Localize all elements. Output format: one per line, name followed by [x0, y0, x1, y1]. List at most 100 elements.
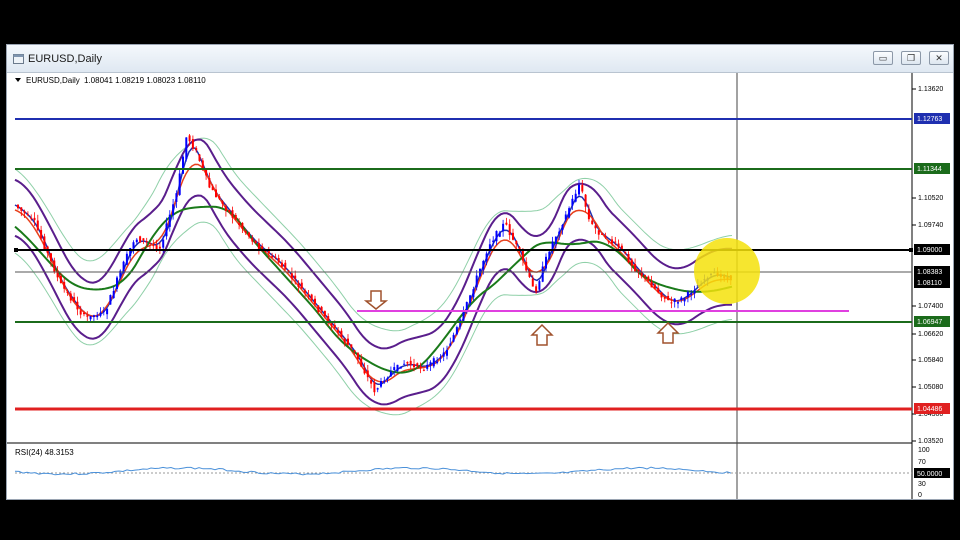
candle-body	[693, 290, 696, 294]
candle[interactable]	[399, 366, 402, 369]
screen: EURUSD,Daily ▭ ❐ ✕ EURUSD,Daily 1.08041 …	[0, 0, 960, 540]
candle[interactable]	[122, 260, 125, 274]
candle-body	[304, 290, 307, 293]
candle-body	[234, 215, 237, 220]
candle-body	[673, 298, 676, 303]
candle[interactable]	[548, 250, 551, 260]
candle-body	[512, 232, 514, 240]
candle-body	[287, 270, 290, 272]
price-chart[interactable]: EURUSD,Daily 1.08041 1.08219 1.08023 1.0…	[7, 73, 953, 499]
candle-body	[323, 310, 326, 317]
price-tick: 1.05840	[918, 357, 943, 364]
candle-body	[152, 245, 155, 247]
window-titlebar[interactable]: EURUSD,Daily ▭ ❐ ✕	[7, 45, 953, 73]
candle-body	[185, 137, 188, 160]
level-label-1.12763: 1.12763	[917, 116, 942, 123]
rsi-tick-0: 0	[918, 492, 922, 499]
candle-body	[188, 135, 191, 142]
candle-body	[66, 292, 69, 294]
price-tick: 1.03520	[918, 438, 943, 445]
candle-body	[158, 246, 161, 249]
candle-body	[406, 361, 409, 364]
candle-body	[571, 198, 574, 206]
line-handle-right[interactable]	[909, 248, 913, 252]
candle-body	[492, 240, 495, 243]
candle-body	[465, 302, 468, 311]
candle-body	[350, 344, 353, 348]
candle[interactable]	[185, 137, 188, 162]
candle-body	[495, 230, 498, 242]
candle-body	[594, 225, 597, 229]
candle-body	[521, 250, 524, 261]
chart-area[interactable]: EURUSD,Daily 1.08041 1.08219 1.08023 1.0…	[7, 73, 953, 499]
candle-body	[356, 352, 359, 360]
candle-body	[43, 236, 46, 250]
candle-body	[320, 306, 323, 312]
candle-body	[79, 310, 82, 315]
candle-body	[429, 362, 432, 366]
candle-body	[155, 245, 158, 250]
candle-body	[89, 315, 92, 320]
candle-body	[116, 277, 118, 289]
candle-body	[554, 236, 557, 244]
candle-body	[380, 380, 382, 387]
candle-body	[597, 230, 600, 235]
candle-body	[59, 275, 62, 284]
candle-body	[386, 377, 389, 379]
candle-body	[614, 241, 617, 243]
candle[interactable]	[139, 235, 142, 243]
chart-info-symbol: EURUSD,Daily	[26, 76, 80, 85]
line-handle-left[interactable]	[14, 248, 18, 252]
candle-body	[248, 232, 250, 237]
candle-body	[125, 253, 128, 265]
candle-body	[112, 290, 115, 299]
candle-body	[650, 281, 653, 288]
restore-button[interactable]: ❐	[901, 51, 921, 65]
candle-body	[561, 224, 564, 231]
candle-body	[244, 231, 247, 233]
candle-body	[162, 239, 165, 248]
candle[interactable]	[455, 325, 458, 336]
candle-body	[168, 214, 171, 227]
candle[interactable]	[568, 206, 571, 219]
candle-body	[485, 253, 488, 262]
candle-body	[284, 262, 287, 270]
candle[interactable]	[528, 268, 531, 278]
candle-body	[558, 231, 561, 235]
minimize-button[interactable]: ▭	[873, 51, 893, 65]
candle[interactable]	[479, 268, 481, 277]
candle-body	[607, 241, 610, 243]
close-button[interactable]: ✕	[929, 51, 949, 65]
candle-body	[459, 319, 462, 327]
candle-body	[683, 298, 686, 302]
candle-body	[73, 297, 76, 302]
candle-body	[419, 366, 422, 369]
candle-body	[182, 156, 184, 174]
candle[interactable]	[198, 153, 201, 162]
candle-body	[109, 295, 112, 305]
candle-body	[165, 223, 168, 237]
candle-body	[657, 288, 660, 293]
candle[interactable]	[538, 279, 541, 291]
candle-body	[86, 315, 89, 317]
candle[interactable]	[182, 154, 184, 174]
candle-body	[545, 256, 547, 269]
candle-body	[231, 210, 234, 218]
candle-body	[23, 211, 26, 214]
candle-body	[462, 310, 465, 321]
candle-body	[83, 312, 85, 315]
candle-body	[221, 201, 224, 205]
candle-body	[30, 217, 33, 219]
candle-body	[149, 242, 151, 244]
candle-body	[195, 148, 198, 151]
candle[interactable]	[109, 294, 112, 305]
candle-body	[551, 241, 554, 250]
candle-body	[472, 289, 475, 298]
candle-body	[502, 223, 505, 232]
candle-body	[215, 189, 217, 198]
candle-body	[455, 327, 458, 335]
candle-body	[175, 193, 178, 202]
candle-body	[630, 259, 633, 266]
candle-body	[663, 296, 666, 299]
candle-body	[670, 302, 673, 304]
